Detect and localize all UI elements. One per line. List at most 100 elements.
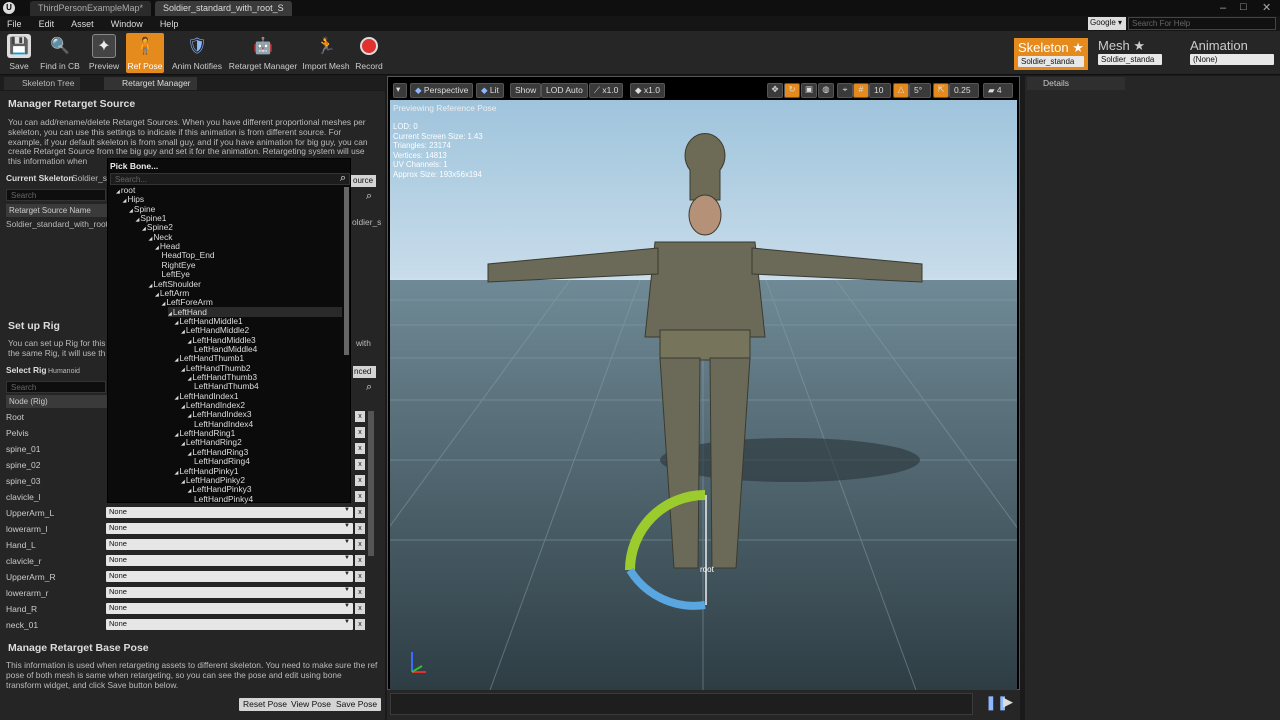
lit-button[interactable]: ◆ Lit bbox=[476, 83, 504, 98]
bone-mapping-combo[interactable]: None bbox=[106, 507, 353, 518]
lod-button[interactable]: LOD Auto bbox=[541, 83, 588, 98]
expand-arrow-icon[interactable]: ◢ bbox=[149, 283, 153, 289]
scale-icon[interactable]: ▣ bbox=[801, 83, 817, 98]
expand-arrow-icon[interactable]: ◢ bbox=[181, 329, 185, 335]
expand-arrow-icon[interactable]: ◢ bbox=[162, 301, 166, 307]
advanced-button[interactable]: nced bbox=[353, 366, 376, 378]
menu-asset[interactable]: Asset bbox=[71, 19, 94, 29]
reset-pose-button[interactable]: Reset Pose bbox=[239, 698, 291, 711]
expand-arrow-icon[interactable]: ◢ bbox=[175, 432, 179, 438]
tab-skeleton-tree[interactable]: Skeleton Tree bbox=[4, 77, 81, 90]
clear-mapping-button[interactable]: x bbox=[355, 571, 365, 582]
clear-mapping-button[interactable]: x bbox=[355, 411, 365, 422]
expand-arrow-icon[interactable]: ◢ bbox=[188, 488, 192, 494]
grid-snap-icon[interactable]: # bbox=[853, 83, 869, 98]
unreal-logo-icon[interactable]: U bbox=[3, 2, 15, 14]
scale-snap-icon[interactable]: ⇱ bbox=[933, 83, 949, 98]
clear-mapping-button[interactable]: x bbox=[355, 539, 365, 550]
angle-value[interactable]: 5° bbox=[909, 83, 931, 98]
anim-notifies-button[interactable]: 🛡 Anim Notifies bbox=[170, 33, 224, 73]
speed-button[interactable]: ⟋ x1.0 bbox=[589, 83, 624, 98]
viewport-options-button[interactable]: ▾ bbox=[393, 83, 407, 98]
timeline[interactable] bbox=[390, 693, 973, 715]
bone-mapping-combo[interactable]: None bbox=[106, 571, 353, 582]
expand-arrow-icon[interactable]: ◢ bbox=[123, 198, 127, 204]
clear-mapping-button[interactable]: x bbox=[355, 507, 365, 518]
clear-mapping-button[interactable]: x bbox=[355, 459, 365, 470]
tab-details[interactable]: Details bbox=[1027, 77, 1125, 90]
bone-tree-scrollbar[interactable] bbox=[344, 187, 349, 355]
viewport[interactable]: root bbox=[390, 100, 1017, 690]
bone-mapping-combo[interactable]: None bbox=[106, 603, 353, 614]
bone-search-input[interactable]: Search... bbox=[110, 173, 350, 185]
clear-mapping-button[interactable]: x bbox=[355, 523, 365, 534]
surface-snap-icon[interactable]: ⌖ bbox=[837, 83, 853, 98]
search-engine-select[interactable]: Google ▾ bbox=[1088, 17, 1126, 30]
world-icon[interactable]: ◍ bbox=[818, 83, 834, 98]
find-in-cb-button[interactable]: 🔍 Find in CB bbox=[38, 33, 82, 73]
add-source-button[interactable]: ource bbox=[351, 175, 376, 187]
expand-arrow-icon[interactable]: ◢ bbox=[155, 245, 159, 251]
help-search-input[interactable]: Search For Help bbox=[1128, 17, 1276, 30]
expand-arrow-icon[interactable]: ◢ bbox=[181, 479, 185, 485]
expand-arrow-icon[interactable]: ◢ bbox=[181, 367, 185, 373]
bone-mapping-combo[interactable]: None bbox=[106, 587, 353, 598]
bone-mapping-combo[interactable]: None bbox=[106, 555, 353, 566]
bone-mapping-combo[interactable]: None bbox=[106, 619, 353, 630]
rig-search-input[interactable]: Search bbox=[6, 381, 106, 393]
save-button[interactable]: 💾 Save bbox=[4, 33, 34, 73]
clear-mapping-button[interactable]: x bbox=[355, 491, 365, 502]
expand-arrow-icon[interactable]: ◢ bbox=[175, 470, 179, 476]
expand-arrow-icon[interactable]: ◢ bbox=[116, 189, 120, 195]
bone-mapping-combo[interactable]: None bbox=[106, 539, 353, 550]
expand-arrow-icon[interactable]: ◢ bbox=[188, 376, 192, 382]
tab-retarget-manager[interactable]: Retarget Manager bbox=[104, 77, 197, 90]
clear-mapping-button[interactable]: x bbox=[355, 443, 365, 454]
clear-mapping-button[interactable]: x bbox=[355, 603, 365, 614]
close-icon[interactable]: ✕ bbox=[1262, 1, 1271, 14]
select-rig-value[interactable]: Humanoid bbox=[48, 367, 80, 377]
camera-speed[interactable]: ▰ 4 bbox=[983, 83, 1013, 98]
expand-arrow-icon[interactable]: ◢ bbox=[175, 395, 179, 401]
expand-arrow-icon[interactable]: ◢ bbox=[168, 311, 172, 317]
save-pose-button[interactable]: Save Pose bbox=[332, 698, 382, 711]
rotate-icon[interactable]: ↻ bbox=[784, 83, 800, 98]
menu-window[interactable]: Window bbox=[111, 19, 143, 29]
scale-value[interactable]: 0.25 bbox=[949, 83, 979, 98]
expand-arrow-icon[interactable]: ◢ bbox=[188, 451, 192, 457]
source-row[interactable]: Soldier_standard_with_root bbox=[6, 219, 108, 230]
mode-mesh[interactable]: Mesh ★ Soldier_standa bbox=[1098, 38, 1162, 70]
ref-pose-button[interactable]: 🧍 Ref Pose bbox=[126, 33, 164, 73]
import-mesh-button[interactable]: 🏃 Import Mesh bbox=[302, 33, 350, 73]
playrate-button[interactable]: ◆ x1.0 bbox=[630, 83, 665, 98]
expand-arrow-icon[interactable]: ◢ bbox=[149, 236, 153, 242]
record-button[interactable]: Record bbox=[354, 33, 384, 73]
expand-arrow-icon[interactable]: ◢ bbox=[136, 217, 140, 223]
perspective-button[interactable]: ◆ Perspective bbox=[410, 83, 474, 98]
expand-arrow-icon[interactable]: ◢ bbox=[129, 208, 133, 214]
clear-mapping-button[interactable]: x bbox=[355, 555, 365, 566]
expand-arrow-icon[interactable]: ◢ bbox=[142, 226, 146, 232]
tab-skeleton-editor[interactable]: Soldier_standard_with_root_S bbox=[155, 1, 292, 16]
angle-snap-icon[interactable]: △ bbox=[893, 83, 909, 98]
menu-help[interactable]: Help bbox=[160, 19, 179, 29]
menu-edit[interactable]: Edit bbox=[39, 19, 55, 29]
preview-button[interactable]: ✦ Preview bbox=[87, 33, 121, 73]
expand-arrow-icon[interactable]: ◢ bbox=[155, 292, 159, 298]
clear-mapping-button[interactable]: x bbox=[355, 427, 365, 438]
minimize-icon[interactable]: – bbox=[1220, 2, 1226, 14]
bone-tree-item[interactable]: LeftHandPinky4 bbox=[194, 494, 253, 504]
clear-mapping-button[interactable]: x bbox=[355, 587, 365, 598]
play-forward-icon[interactable]: ▶ bbox=[1003, 694, 1013, 710]
node-list-scrollbar[interactable] bbox=[368, 411, 374, 556]
clear-mapping-button[interactable]: x bbox=[355, 619, 365, 630]
expand-arrow-icon[interactable]: ◢ bbox=[181, 404, 185, 410]
translate-icon[interactable]: ✥ bbox=[767, 83, 783, 98]
maximize-icon[interactable]: □ bbox=[1240, 1, 1247, 13]
view-pose-button[interactable]: View Pose bbox=[287, 698, 336, 711]
source-search-input[interactable]: Search bbox=[6, 189, 106, 201]
expand-arrow-icon[interactable]: ◢ bbox=[188, 339, 192, 345]
expand-arrow-icon[interactable]: ◢ bbox=[175, 320, 179, 326]
expand-arrow-icon[interactable]: ◢ bbox=[181, 441, 185, 447]
tab-map[interactable]: ThirdPersonExampleMap* bbox=[30, 1, 152, 16]
